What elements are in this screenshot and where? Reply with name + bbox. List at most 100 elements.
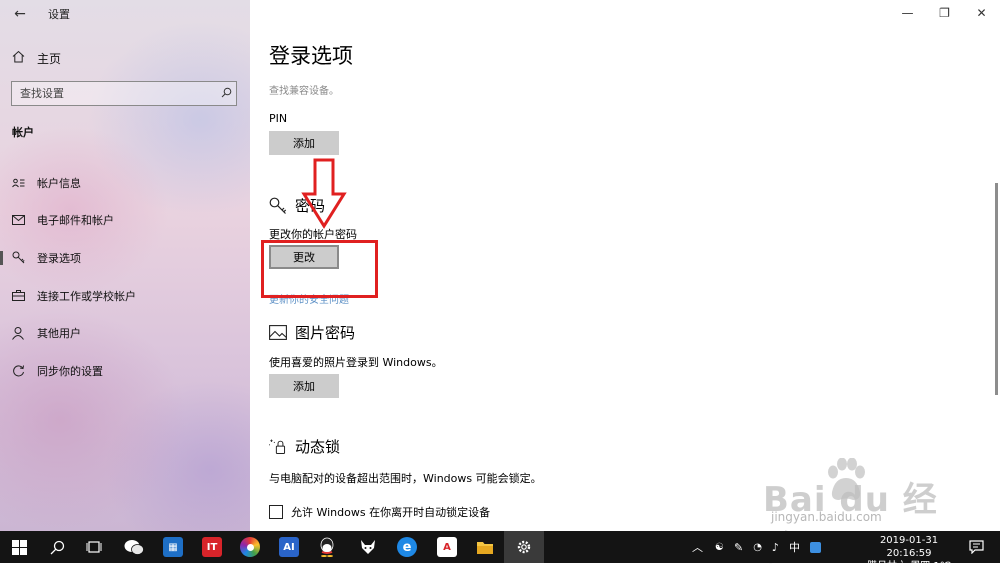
content-scrollbar[interactable] xyxy=(995,183,998,395)
sidebar-item-label: 帐户信息 xyxy=(37,176,81,190)
home-icon xyxy=(12,50,26,66)
color-app-icon xyxy=(246,543,254,551)
acrobat-icon: A xyxy=(443,541,451,553)
sidebar-item-work-school[interactable]: 连接工作或学校帐户 xyxy=(0,277,250,315)
restore-icon: ❐ xyxy=(939,6,950,20)
picture-icon xyxy=(269,325,287,340)
close-icon: ✕ xyxy=(976,6,987,20)
briefcase-icon xyxy=(11,290,25,302)
user-card-icon xyxy=(11,178,25,188)
search-input[interactable] xyxy=(12,87,216,100)
minimize-button[interactable]: — xyxy=(889,0,926,26)
person-icon xyxy=(11,326,25,340)
tt-app[interactable]: IT xyxy=(202,537,222,557)
ime-indicator[interactable]: 中 xyxy=(789,539,800,555)
search-box[interactable] xyxy=(11,81,237,106)
pin-add-button[interactable]: 添加 xyxy=(269,131,339,155)
tray-app-icon[interactable]: ☯ xyxy=(715,542,724,553)
ie-app[interactable]: e xyxy=(397,537,417,557)
dynamic-lock-heading: 动态锁 xyxy=(269,436,340,457)
dynamic-lock-checkbox[interactable] xyxy=(269,505,283,519)
file-explorer-icon xyxy=(477,541,493,554)
sync-icon xyxy=(11,364,25,377)
settings-app[interactable] xyxy=(514,537,534,557)
sidebar-item-sign-in-options[interactable]: 登录选项 xyxy=(0,239,250,277)
qq-app[interactable] xyxy=(317,537,337,557)
close-button[interactable]: ✕ xyxy=(963,0,1000,26)
dynamic-lock-checkbox-label: 允许 Windows 在你离开时自动锁定设备 xyxy=(291,506,491,519)
wechat-icon xyxy=(124,539,144,555)
sidebar-item-label: 同步你的设置 xyxy=(37,364,103,378)
ai-app-icon: AI xyxy=(283,541,295,553)
key-icon xyxy=(11,251,25,264)
restore-button[interactable]: ❐ xyxy=(926,0,963,26)
sidebar-item-account-info[interactable]: 帐户信息 xyxy=(0,164,250,202)
annotation-arrow xyxy=(301,158,347,229)
baidu-jingyan-watermark: Bai du 经验 jingyan.baidu.com xyxy=(763,458,963,569)
start-icon xyxy=(11,539,27,555)
taskbar-clock[interactable]: 2019-01-31 20:16:59 腊月廿六 周四 1℃ xyxy=(857,534,961,573)
tray-overflow-icon[interactable]: ︿ xyxy=(692,539,703,555)
back-button[interactable]: ← xyxy=(10,4,30,24)
action-center-icon xyxy=(968,540,984,554)
search-icon xyxy=(50,540,64,554)
sidebar-item-label: 登录选项 xyxy=(37,251,81,265)
ie-icon: e xyxy=(402,539,412,555)
file-explorer-app[interactable] xyxy=(475,537,495,557)
sidebar-item-sync[interactable]: 同步你的设置 xyxy=(0,352,250,390)
fox-app-icon xyxy=(361,540,375,554)
settings-icon xyxy=(517,540,531,554)
sidebar-item-label: 其他用户 xyxy=(37,327,81,341)
picture-password-add-button[interactable]: 添加 xyxy=(269,374,339,398)
dynamic-lock-icon xyxy=(269,437,287,456)
settings-sidebar: ← 设置 主页 帐户 帐户信息 电子邮件和帐户 xyxy=(0,0,250,531)
minimize-icon: — xyxy=(901,6,914,20)
find-compatible-devices-link[interactable]: 查找兼容设备。 xyxy=(269,82,339,97)
dynamic-lock-heading-text: 动态锁 xyxy=(295,438,341,456)
fox-app[interactable] xyxy=(358,537,378,557)
watermark-url: jingyan.baidu.com xyxy=(771,510,882,524)
title-bar: ← 设置 xyxy=(0,0,250,28)
task-view-icon xyxy=(86,541,102,553)
clock-date: 2019-01-31 xyxy=(879,535,939,546)
page-title: 登录选项 xyxy=(269,44,353,68)
wechat-app[interactable] xyxy=(124,537,144,557)
sidebar-nav: 帐户信息 电子邮件和帐户 登录选项 连接工作或学校帐户 其他用户 同步你的设置 xyxy=(0,164,250,390)
window-controls: — ❐ ✕ xyxy=(889,0,1000,28)
outlook-icon: ▦ xyxy=(168,541,178,553)
sidebar-item-label: 电子邮件和帐户 xyxy=(37,214,114,228)
arrow-left-icon: ← xyxy=(14,6,26,22)
dynamic-lock-checkbox-row[interactable]: 允许 Windows 在你离开时自动锁定设备 xyxy=(269,504,490,520)
sidebar-item-label: 连接工作或学校帐户 xyxy=(37,289,136,303)
color-app[interactable] xyxy=(240,537,260,557)
ai-app[interactable]: AI xyxy=(279,537,299,557)
network-icon[interactable]: ◔ xyxy=(753,542,762,553)
start-button[interactable] xyxy=(7,535,31,559)
volume-icon[interactable]: ♪ xyxy=(772,541,779,554)
sidebar-home-label: 主页 xyxy=(37,51,62,66)
mail-icon xyxy=(11,215,25,226)
section-label-accounts: 帐户 xyxy=(12,126,34,139)
picture-password-description: 使用喜爱的照片登录到 Windows。 xyxy=(269,356,443,369)
action-center-button[interactable] xyxy=(964,535,988,559)
qq-icon xyxy=(320,537,334,557)
pen-icon[interactable]: ✎ xyxy=(734,541,743,554)
annotation-highlight-box xyxy=(261,240,378,298)
picture-password-heading-text: 图片密码 xyxy=(295,324,356,342)
dynamic-lock-description: 与电脑配对的设备超出范围时，Windows 可能会锁定。 xyxy=(269,472,542,485)
clock-time: 20:16:59 xyxy=(886,548,932,559)
sidebar-home[interactable]: 主页 xyxy=(12,48,61,68)
acrobat-app[interactable]: A xyxy=(437,537,457,557)
outlook-app[interactable]: ▦ xyxy=(163,537,183,557)
sidebar-item-other-users[interactable]: 其他用户 xyxy=(0,314,250,352)
clock-lunar-date: 腊月廿六 周四 1℃ xyxy=(867,561,951,572)
task-view-button[interactable] xyxy=(82,535,106,559)
notification-app-icon[interactable] xyxy=(809,541,821,553)
search-icon[interactable] xyxy=(216,87,236,101)
taskbar: ▦ IT AI e A ︿ ☯ ✎ ◔ ♪ 中 2019-01-31 20:16… xyxy=(0,531,1000,572)
window-title: 设置 xyxy=(48,8,70,21)
taskbar-search-button[interactable] xyxy=(45,535,69,559)
system-tray: ︿ ☯ ✎ ◔ ♪ 中 xyxy=(692,531,821,563)
key-icon xyxy=(269,197,287,215)
sidebar-item-email[interactable]: 电子邮件和帐户 xyxy=(0,202,250,240)
